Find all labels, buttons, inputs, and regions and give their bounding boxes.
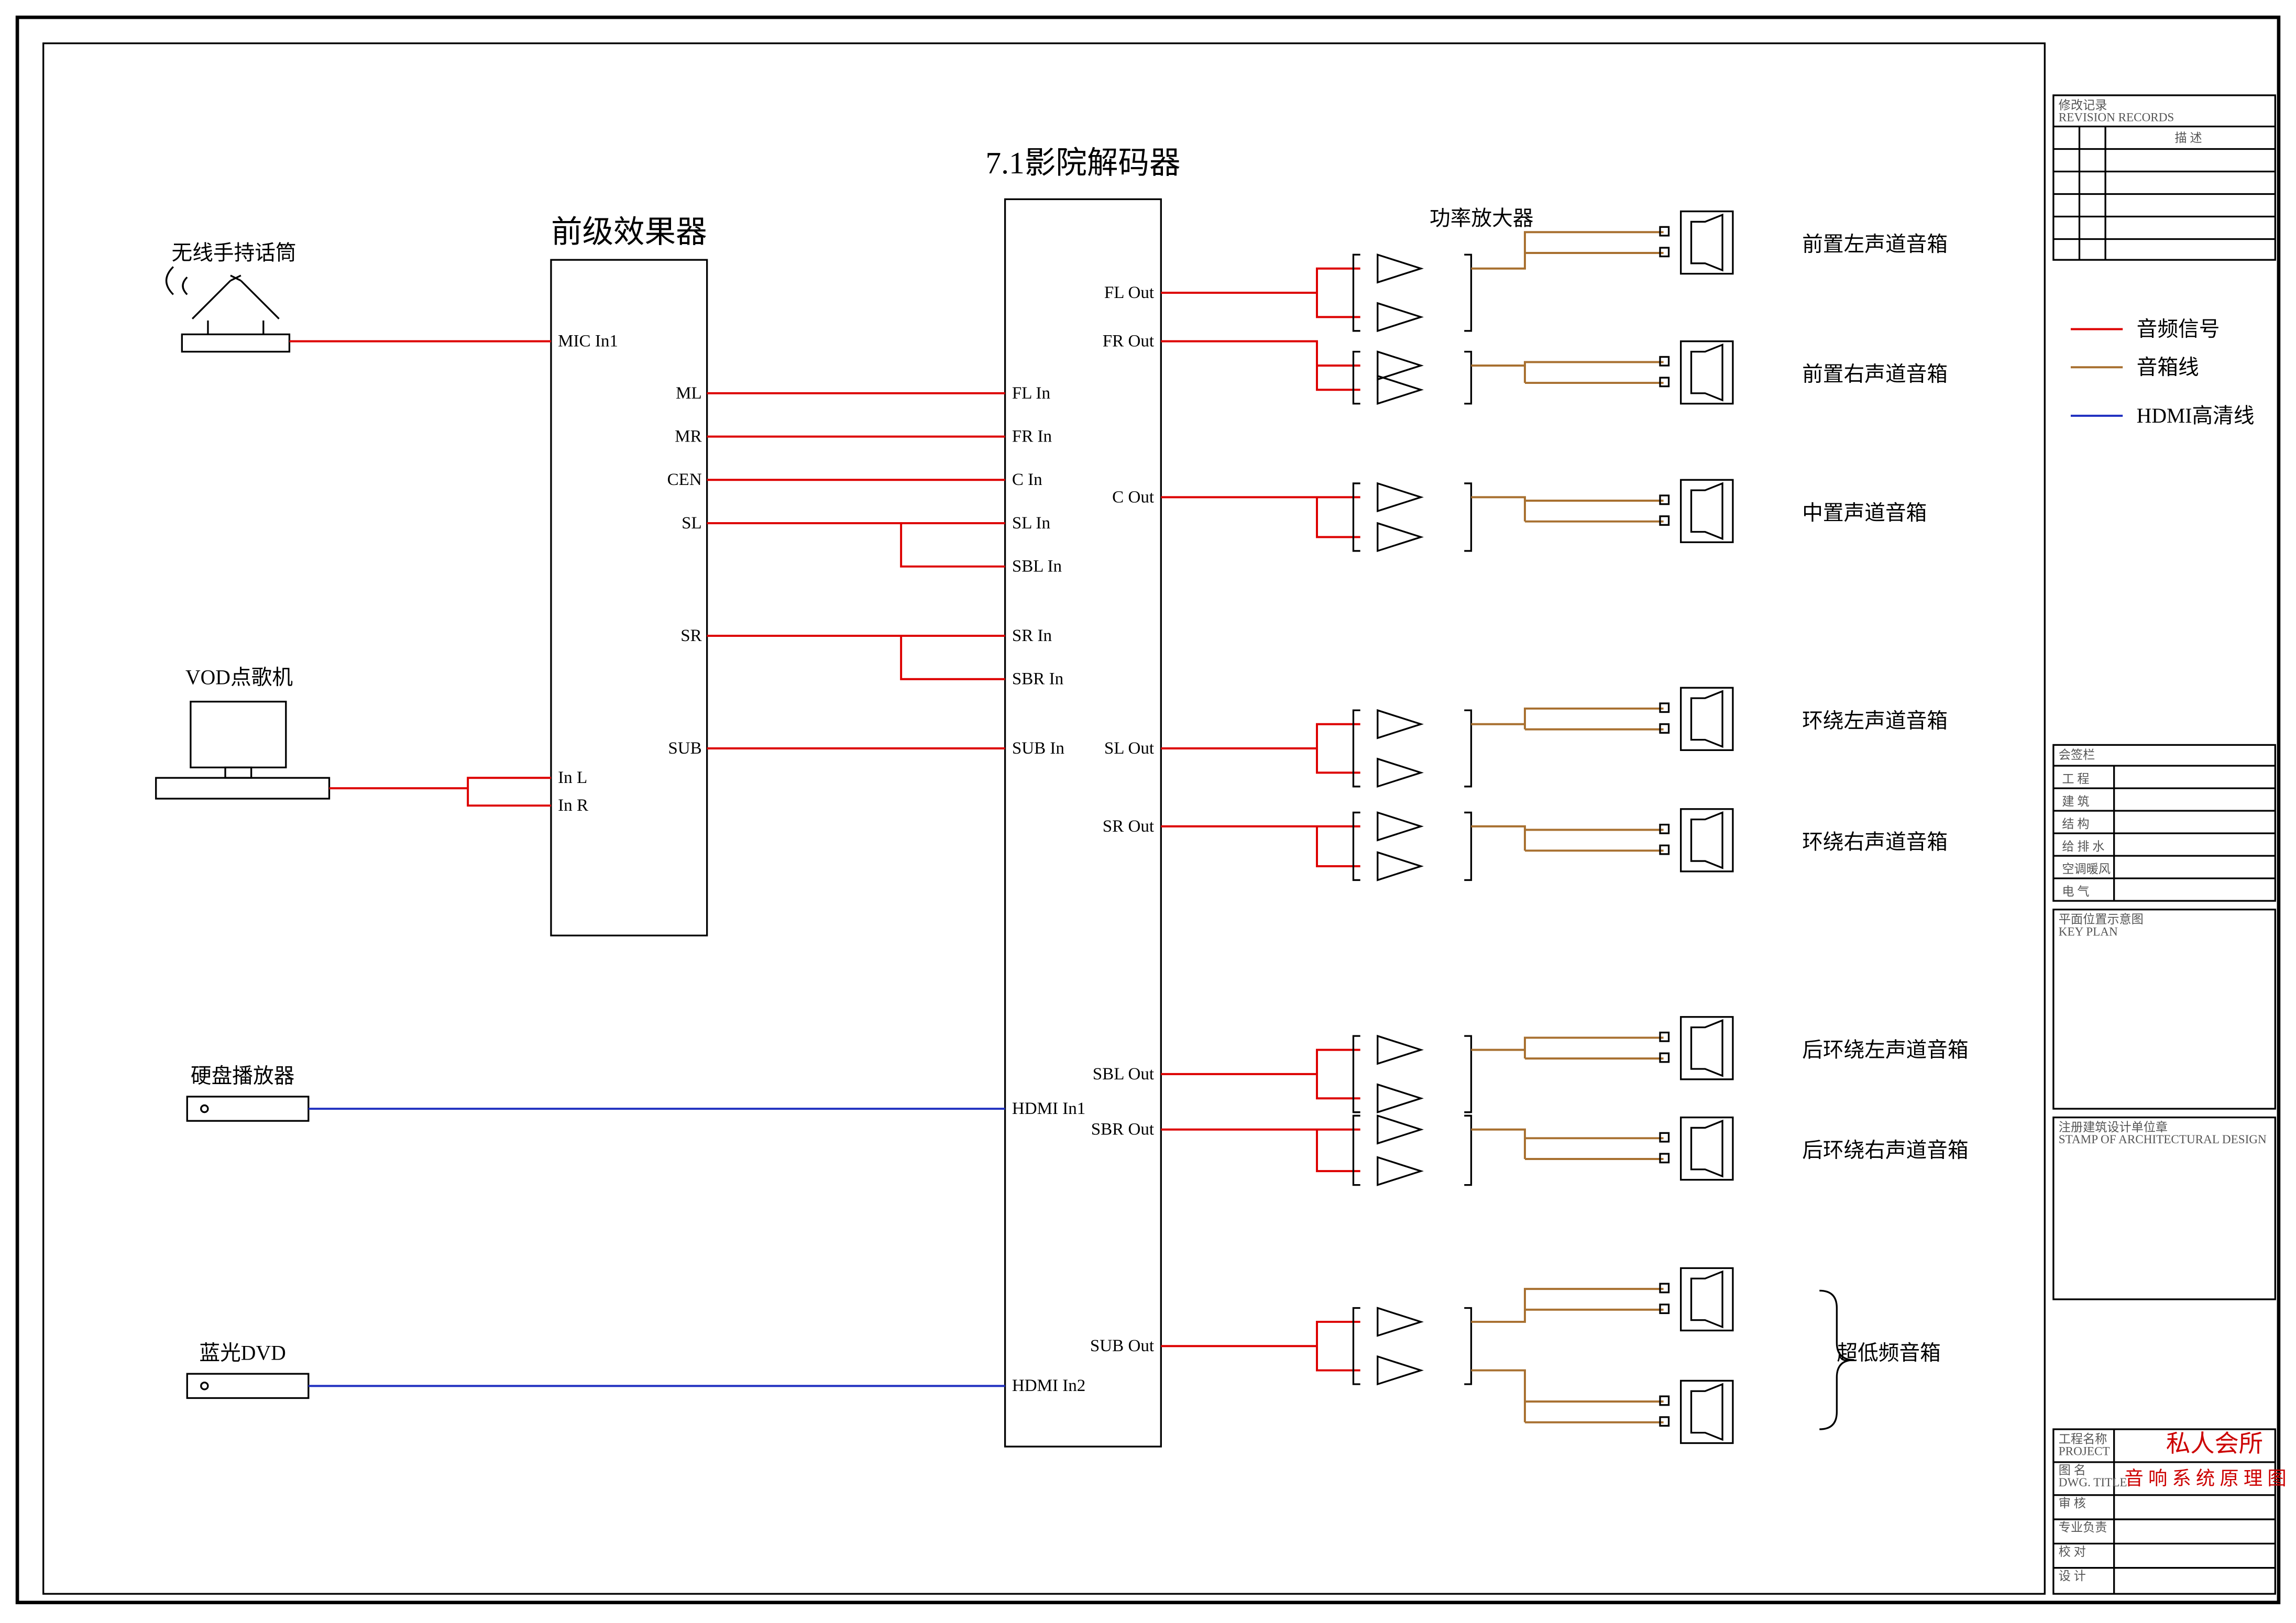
bluray-label: 蓝光DVD [199, 1342, 285, 1365]
vod-label: VOD点歌机 [185, 666, 293, 689]
svg-text:注册建筑设计单位章: 注册建筑设计单位章 [2059, 1121, 2168, 1134]
spk-fr: 前置右声道音箱 [1802, 363, 1948, 386]
svg-text:工 程: 工 程 [2062, 772, 2089, 786]
hdd-icon [187, 1097, 309, 1121]
svg-text:PROJECT: PROJECT [2059, 1445, 2110, 1459]
svg-text:REVISION RECORDS: REVISION RECORDS [2059, 111, 2174, 125]
bluray-icon [187, 1374, 309, 1398]
amp-speaker-rows [1353, 212, 1732, 1443]
drawing-area [43, 43, 2045, 1594]
svg-text:电 气: 电 气 [2062, 885, 2089, 899]
dec-in-fr: FR In [1012, 427, 1052, 446]
legend: 音频信号 音箱线 HDMI高清线 [2071, 318, 2255, 427]
dec-out-fl: FL Out [1104, 283, 1154, 302]
dec-out-sub: SUB Out [1090, 1337, 1154, 1355]
svg-text:专业负责: 专业负责 [2059, 1521, 2107, 1534]
dec-in-c: C In [1012, 470, 1042, 489]
svg-text:会签栏: 会签栏 [2059, 748, 2095, 762]
legend-audio: 音频信号 [2137, 318, 2220, 341]
audio-lines [289, 269, 1360, 1371]
diagram-canvas: 无线手持话筒 VOD点歌机 硬盘播放器 蓝光DVD 前级效果器 MIC In1 … [0, 0, 2296, 1620]
dec-in-sbl: SBL In [1012, 557, 1062, 576]
spk-c: 中置声道音箱 [1802, 501, 1927, 524]
preamp-box [551, 260, 707, 935]
svg-text:平面位置示意图: 平面位置示意图 [2059, 913, 2144, 926]
preamp-out-mr: MR [675, 427, 701, 446]
project-value: 私人会所 [2166, 1431, 2263, 1458]
preamp-in-mic: MIC In1 [558, 332, 618, 351]
dec-out-c: C Out [1112, 488, 1154, 506]
dec-out-sr: SR Out [1103, 817, 1154, 836]
dec-in-hdmi1: HDMI In1 [1012, 1099, 1085, 1118]
dec-out-sbr: SBR Out [1091, 1120, 1154, 1139]
svg-text:审 核: 审 核 [2059, 1497, 2086, 1510]
preamp-in-r: In R [558, 796, 588, 815]
svg-text:建 筑: 建 筑 [2062, 795, 2089, 809]
legend-spk: 音箱线 [2137, 356, 2199, 379]
dec-out-sbl: SBL Out [1093, 1065, 1154, 1084]
vod-icon [156, 702, 329, 799]
spk-sbl: 后环绕左声道音箱 [1802, 1039, 1968, 1062]
svg-text:图 名: 图 名 [2059, 1464, 2086, 1477]
svg-text:空调暖风: 空调暖风 [2062, 863, 2111, 876]
svg-text:结 构: 结 构 [2062, 818, 2089, 831]
preamp-out-sr: SR [680, 626, 701, 645]
svg-text:校 对: 校 对 [2059, 1545, 2086, 1559]
preamp-out-sub: SUB [668, 739, 701, 758]
svg-text:给 排 水: 给 排 水 [2062, 840, 2104, 854]
preamp-in-l: In L [558, 768, 587, 787]
spk-sub: 超低频音箱 [1837, 1342, 1940, 1365]
svg-text:DWG. TITLE: DWG. TITLE [2059, 1476, 2127, 1489]
hdd-label: 硬盘播放器 [191, 1064, 294, 1087]
mic-label: 无线手持话筒 [172, 241, 296, 264]
spk-sbr: 后环绕右声道音箱 [1802, 1139, 1968, 1162]
spk-fl: 前置左声道音箱 [1802, 233, 1948, 256]
spk-sl: 环绕左声道音箱 [1802, 709, 1948, 732]
preamp-out-cen: CEN [667, 470, 702, 489]
dec-out-fr: FR Out [1103, 332, 1154, 351]
preamp-out-ml: ML [676, 384, 702, 403]
dec-in-sr: SR In [1012, 626, 1052, 645]
dec-in-hdmi2: HDMI In2 [1012, 1376, 1085, 1395]
dwg-value: 音 响 系 统 原 理 图 [2125, 1468, 2287, 1489]
dec-in-sub: SUB In [1012, 739, 1065, 758]
svg-text:修改记录: 修改记录 [2059, 98, 2107, 112]
dec-in-sbr: SBR In [1012, 670, 1064, 689]
svg-text:设 计: 设 计 [2059, 1570, 2086, 1583]
preamp-title: 前级效果器 [551, 215, 707, 249]
svg-text:STAMP OF ARCHITECTURAL DESIGN: STAMP OF ARCHITECTURAL DESIGN [2059, 1133, 2267, 1146]
svg-text:工程名称: 工程名称 [2059, 1432, 2107, 1446]
wireless-mic-icon [167, 267, 290, 351]
dec-in-sl: SL In [1012, 514, 1051, 533]
hdmi-lines [309, 1109, 1005, 1386]
legend-hdmi: HDMI高清线 [2137, 404, 2255, 427]
spk-sr: 环绕右声道音箱 [1802, 831, 1948, 854]
amp-title: 功率放大器 [1430, 207, 1533, 230]
svg-text:KEY PLAN: KEY PLAN [2059, 925, 2118, 939]
preamp-out-sl: SL [682, 514, 702, 533]
decoder-title: 7.1影院解码器 [985, 146, 1180, 180]
svg-text:描 述: 描 述 [2174, 131, 2202, 145]
dec-in-fl: FL In [1012, 384, 1051, 403]
dec-out-sl: SL Out [1104, 739, 1154, 758]
